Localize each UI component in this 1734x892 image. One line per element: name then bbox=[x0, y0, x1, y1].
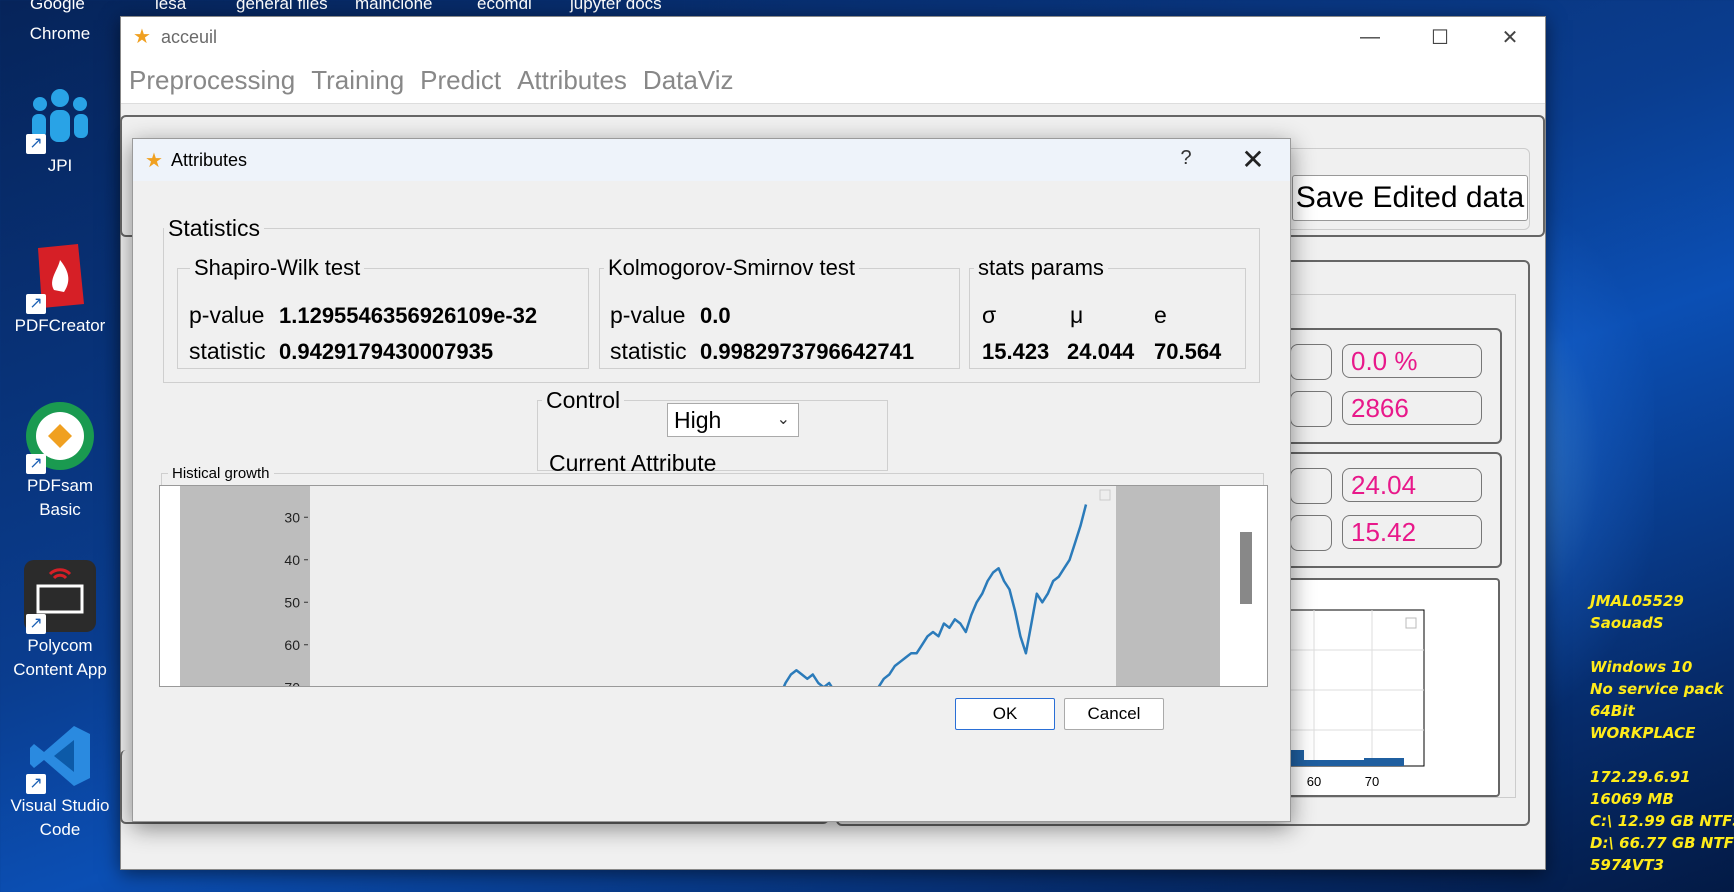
desktop-icon-label: JPI bbox=[47, 156, 73, 175]
stat-left-box bbox=[1290, 468, 1332, 504]
ks-pvalue-label: p-value bbox=[610, 302, 686, 328]
current-attribute-select[interactable]: High ⌄ bbox=[667, 403, 799, 437]
mu-value: 24.044 bbox=[1067, 339, 1135, 364]
y-tick-label: 50 bbox=[284, 594, 300, 610]
window-controls: — ☐ ✕ bbox=[1335, 17, 1545, 57]
histogram-tick: 60 bbox=[1307, 774, 1321, 789]
desktop-label[interactable]: ecomdi bbox=[477, 0, 532, 14]
close-icon[interactable]: ✕ bbox=[1238, 143, 1268, 176]
y-tick-label: 70 bbox=[284, 679, 300, 686]
stat-left-box bbox=[1290, 391, 1332, 427]
dialog-title-bar[interactable]: ★ Attributes ? ✕ bbox=[133, 139, 1290, 181]
app-logo-icon: ★ bbox=[133, 26, 151, 48]
sigma-label: σ bbox=[982, 302, 997, 328]
maximize-icon[interactable]: ☐ bbox=[1405, 17, 1475, 57]
control-legend: Control bbox=[546, 387, 621, 413]
histogram-chart: 60 70 bbox=[1282, 578, 1500, 797]
shapiro-pvalue: 1.1295546356926109e-32 bbox=[279, 303, 538, 328]
vscode-icon: ↗ bbox=[24, 720, 96, 794]
polycom-icon: ↗ bbox=[24, 560, 96, 634]
ks-legend: Kolmogorov-Smirnov test bbox=[608, 255, 855, 280]
cancel-button[interactable]: Cancel bbox=[1064, 698, 1164, 730]
sigma-value: 15.423 bbox=[982, 339, 1050, 364]
dialog-logo-icon: ★ bbox=[145, 149, 163, 172]
stat-left-box bbox=[1290, 515, 1332, 551]
desktop-icon-chrome[interactable]: Chrome bbox=[0, 22, 120, 46]
shortcut-arrow-icon: ↗ bbox=[26, 294, 46, 314]
ks-statistic-label: statistic bbox=[610, 338, 687, 364]
menu-training[interactable]: Training bbox=[311, 65, 404, 96]
plot-right-band bbox=[1116, 486, 1220, 686]
people-icon: ↗ bbox=[24, 80, 96, 154]
pdfcreator-icon: ↗ bbox=[24, 240, 96, 314]
current-attribute-value: High bbox=[674, 406, 722, 433]
plot-legend: Histical growth bbox=[172, 465, 270, 482]
desktop-icon-pdfsam[interactable]: ↗ PDFsam Basic bbox=[0, 400, 120, 522]
desktop-icon-jpi[interactable]: ↗ JPI bbox=[0, 80, 120, 178]
shortcut-arrow-icon: ↗ bbox=[26, 134, 46, 154]
y-tick-label: 30 bbox=[284, 509, 300, 525]
help-button[interactable]: ? bbox=[1174, 147, 1198, 170]
shapiro-statistic-label: statistic bbox=[189, 338, 266, 364]
desktop-label[interactable]: iesa bbox=[155, 0, 186, 14]
e-label: e bbox=[1154, 302, 1167, 328]
std-value: 15.42 bbox=[1342, 515, 1482, 549]
ok-button[interactable]: OK bbox=[955, 698, 1055, 730]
mean-value: 24.04 bbox=[1342, 468, 1482, 502]
desktop-icon-label-line1: Visual Studio bbox=[10, 796, 110, 815]
e-value: 70.564 bbox=[1154, 339, 1222, 364]
desktop-icon-label-line1: Polycom bbox=[27, 636, 93, 655]
desktop-icon-label-line2: Basic bbox=[39, 500, 81, 519]
mu-label: μ bbox=[1070, 302, 1084, 328]
desktop-label[interactable]: jupyter docs bbox=[570, 0, 662, 14]
shortcut-arrow-icon: ↗ bbox=[26, 774, 46, 794]
plot-canvas: 70 60 50 40 30 bbox=[159, 485, 1268, 702]
missing-percent-value: 0.0 % bbox=[1342, 344, 1482, 378]
desktop-icon-pdfcreator[interactable]: ↗ PDFCreator bbox=[0, 240, 120, 338]
statistics-legend: Statistics bbox=[168, 215, 261, 241]
menu-predict[interactable]: Predict bbox=[420, 65, 501, 96]
line-chart-svg: 70 60 50 40 30 bbox=[180, 486, 1252, 702]
menu-bar: Preprocessing Training Predict Attribute… bbox=[121, 57, 1545, 104]
desktop-icon-label: PDFCreator bbox=[14, 316, 106, 335]
desktop-icon-label-line2: Code bbox=[39, 820, 81, 839]
desktop-icon-label-line1: PDFsam bbox=[26, 476, 94, 495]
menu-preprocessing[interactable]: Preprocessing bbox=[129, 65, 295, 96]
histogram-tick: 70 bbox=[1365, 774, 1379, 789]
shapiro-legend: Shapiro-Wilk test bbox=[194, 255, 361, 280]
desktop-icon-label: Chrome bbox=[29, 24, 91, 43]
stats-params-legend: stats params bbox=[978, 255, 1104, 280]
histogram-svg: 60 70 bbox=[1283, 609, 1425, 789]
close-icon[interactable]: ✕ bbox=[1475, 17, 1545, 57]
shortcut-arrow-icon: ↗ bbox=[26, 614, 46, 634]
ks-statistic: 0.9982973796642741 bbox=[700, 339, 915, 364]
pdfsam-icon: ↗ bbox=[24, 400, 96, 474]
y-tick-label: 60 bbox=[284, 637, 300, 653]
desktop-icon-polycom[interactable]: ↗ Polycom Content App bbox=[0, 560, 120, 682]
stat-left-box bbox=[1290, 344, 1332, 380]
app-title: acceuil bbox=[161, 26, 218, 47]
y-tick-label: 40 bbox=[284, 552, 300, 568]
menu-dataviz[interactable]: DataViz bbox=[643, 65, 734, 96]
plot-scrollbar-thumb bbox=[1240, 532, 1252, 604]
shortcut-arrow-icon: ↗ bbox=[26, 454, 46, 474]
plot-axes-area bbox=[310, 486, 1116, 686]
desktop-icon-vscode[interactable]: ↗ Visual Studio Code bbox=[0, 720, 120, 842]
save-edited-data-button[interactable]: Save Edited data bbox=[1292, 175, 1528, 221]
minimize-icon[interactable]: — bbox=[1335, 17, 1405, 57]
desktop-label[interactable]: mainclone bbox=[355, 0, 433, 14]
shapiro-pvalue-label: p-value bbox=[189, 302, 265, 328]
chevron-down-icon: ⌄ bbox=[776, 411, 790, 428]
desktop-label[interactable]: Google bbox=[30, 0, 85, 14]
desktop-icon-label-line2: Content App bbox=[13, 660, 107, 679]
attributes-dialog: ★ Attributes ? ✕ Statistics Shapiro-Wilk… bbox=[132, 138, 1291, 822]
dialog-title: Attributes bbox=[171, 149, 248, 170]
desktop-label[interactable]: general files bbox=[236, 0, 328, 14]
menu-attributes[interactable]: Attributes bbox=[517, 65, 627, 96]
row-count-value: 2866 bbox=[1342, 391, 1482, 425]
ks-pvalue: 0.0 bbox=[700, 303, 731, 328]
bginfo-system-info: JMAL05529 SaouadS Windows 10 No service … bbox=[1590, 592, 1734, 874]
shapiro-statistic: 0.9429179430007935 bbox=[279, 339, 494, 364]
app-title-bar[interactable]: ★ acceuil — ☐ ✕ bbox=[121, 17, 1545, 57]
